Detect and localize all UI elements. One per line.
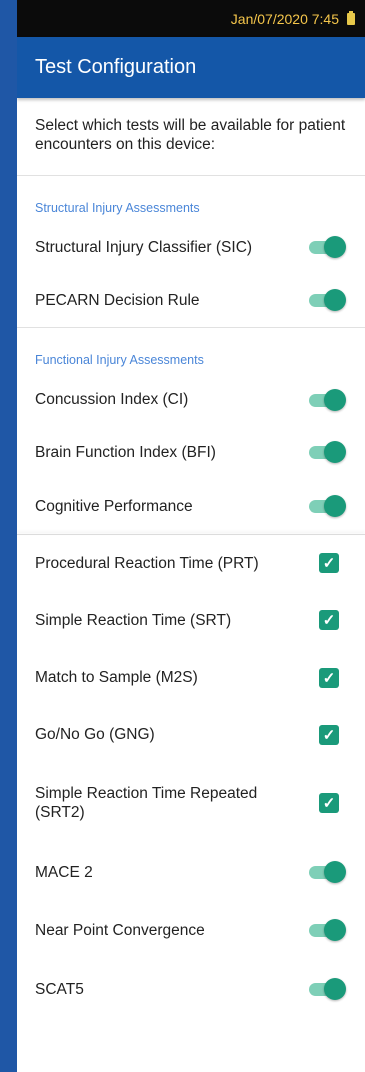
toggle-switch-sic[interactable]	[309, 236, 346, 258]
toggle-switch-cognitive-performance[interactable]	[309, 495, 346, 517]
toggle-label: Concussion Index (CI)	[35, 391, 189, 408]
status-datetime: Jan/07/2020 7:45	[230, 10, 339, 27]
checkbox-checked-icon[interactable]: ✓	[319, 793, 339, 813]
toggle-label: MACE 2	[35, 863, 93, 881]
toggle-label: Structural Injury Classifier (SIC)	[35, 238, 253, 256]
section-header-functional: Functional Injury Assessments	[35, 353, 204, 367]
app-screen: Jan/07/2020 7:45 Test Configuration Sele…	[17, 0, 365, 1072]
checkbox-row-m2s[interactable]: Match to Sample (M2S) ✓	[17, 649, 365, 706]
app-bar: Test Configuration	[17, 37, 365, 98]
battery-icon	[347, 10, 355, 25]
checkbox-row-srt[interactable]: Simple Reaction Time (SRT) ✓	[17, 591, 365, 649]
toggle-switch-bfi[interactable]	[309, 441, 346, 463]
checkbox-label: Simple Reaction Time Repeated (SRT2)	[35, 785, 258, 821]
toggle-switch-scat5[interactable]	[309, 978, 346, 1000]
checkbox-checked-icon[interactable]: ✓	[319, 724, 339, 745]
toggle-label: PECARN Decision Rule	[35, 291, 200, 309]
toggle-row-ci[interactable]: Concussion Index (CI)	[17, 373, 365, 426]
toggle-switch-pecarn[interactable]	[309, 289, 346, 311]
checkbox-checked-icon[interactable]: ✓	[319, 610, 339, 630]
intro-text: Select which tests will be available for…	[17, 98, 365, 176]
status-bar: Jan/07/2020 7:45	[17, 0, 365, 37]
toggle-switch-npc[interactable]	[309, 919, 346, 941]
checkbox-row-srt2[interactable]: Simple Reaction Time Repeated (SRT2) ✓	[17, 763, 365, 843]
toggle-row-bfi[interactable]: Brain Function Index (BFI)	[17, 426, 365, 478]
page-title: Test Configuration	[35, 56, 197, 78]
toggle-row-pecarn[interactable]: PECARN Decision Rule	[17, 273, 365, 327]
checkbox-checked-icon[interactable]: ✓	[319, 667, 339, 688]
toggle-row-sic[interactable]: Structural Injury Classifier (SIC)	[17, 221, 365, 273]
checkbox-row-prt[interactable]: Procedural Reaction Time (PRT) ✓	[17, 535, 365, 591]
checkbox-label: Procedural Reaction Time (PRT)	[35, 554, 259, 572]
checkbox-label: Go/No Go (GNG)	[35, 726, 155, 743]
checkbox-row-gng[interactable]: Go/No Go (GNG) ✓	[17, 706, 365, 763]
section-header-structural: Structural Injury Assessments	[35, 201, 200, 215]
checkbox-checked-icon[interactable]: ✓	[319, 553, 339, 573]
toggle-label: Cognitive Performance	[35, 497, 193, 515]
toggle-label: Brain Function Index (BFI)	[35, 443, 216, 461]
toggle-switch-ci[interactable]	[309, 388, 346, 411]
toggle-row-cognitive-performance[interactable]: Cognitive Performance	[17, 478, 365, 534]
toggle-row-scat5[interactable]: SCAT5	[17, 959, 365, 1019]
toggle-row-mace2[interactable]: MACE 2	[17, 843, 365, 901]
checkbox-label: Match to Sample (M2S)	[35, 669, 198, 686]
toggle-switch-mace2[interactable]	[309, 861, 346, 883]
toggle-row-npc[interactable]: Near Point Convergence	[17, 901, 365, 959]
toggle-label: SCAT5	[35, 980, 84, 998]
checkbox-label: Simple Reaction Time (SRT)	[35, 611, 232, 629]
toggle-label: Near Point Convergence	[35, 921, 205, 939]
